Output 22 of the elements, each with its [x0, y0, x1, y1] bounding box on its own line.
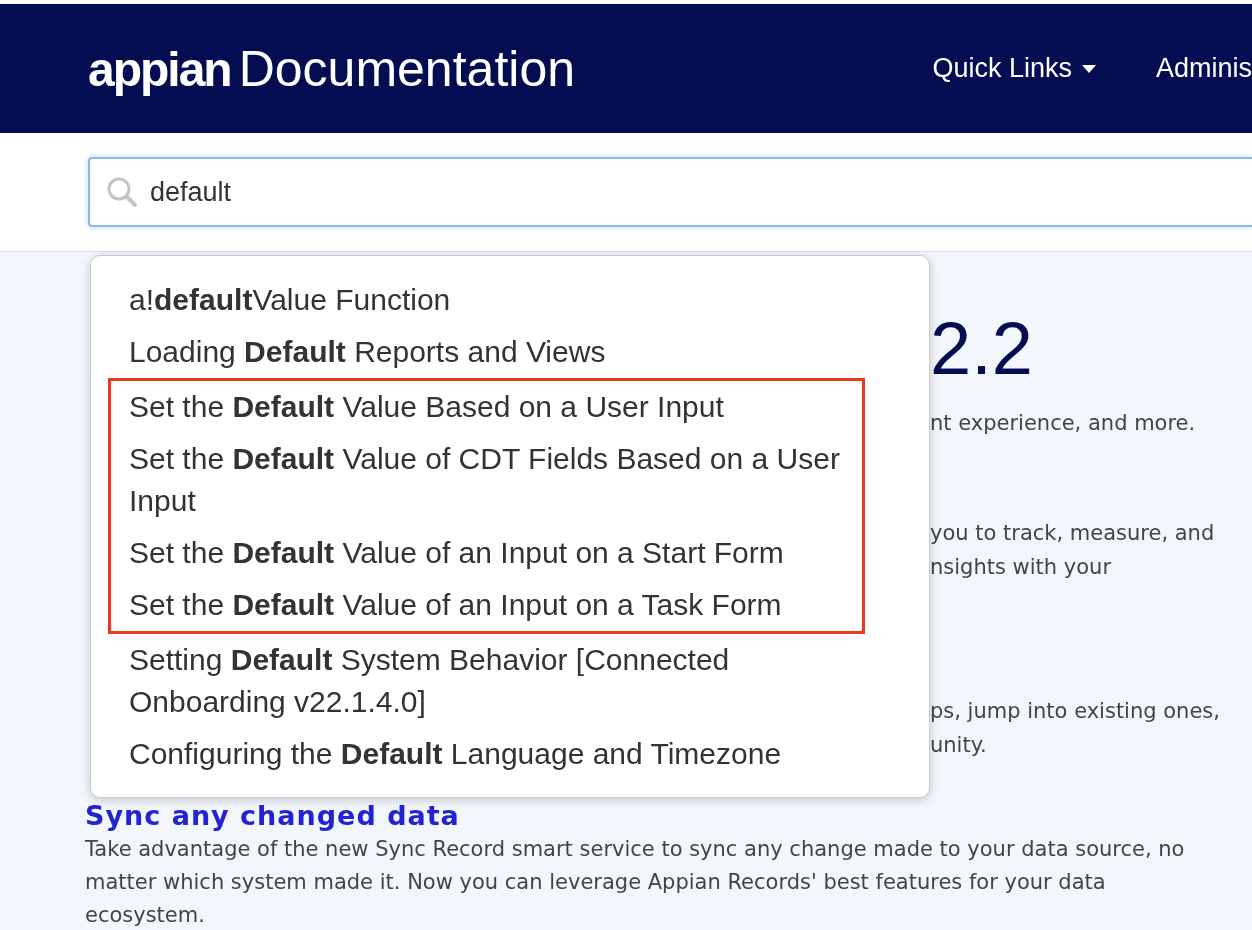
body-text: nt experience, and more. [930, 410, 1197, 437]
suggestion-item[interactable]: Set the Default Value of an Input on a Task Form [108, 579, 865, 634]
body-text: ps, jump into existing ones, [930, 698, 1221, 725]
suggestion-item[interactable]: a!defaultValue Function [108, 274, 865, 326]
suggestion-item[interactable]: Set the Default Value of an Input on a Start Form [108, 527, 865, 579]
nav-link[interactable]: Quick Links [932, 53, 1096, 84]
suggestion-item[interactable]: Setting Default System Behavior [Connected Onboarding v22.1.4.0] [108, 634, 865, 728]
site-title[interactable]: Documentation [238, 39, 575, 98]
suggestion-item[interactable]: Set the Default Value of CDT Fields Based on a User Input [108, 433, 865, 527]
body-text: nsights with your [930, 554, 1113, 581]
body-text: unity. [930, 732, 988, 759]
suggestion-item[interactable]: Configuring the Default Language and Timezone [108, 728, 865, 780]
nav-link[interactable]: Adminis [1155, 53, 1252, 84]
suggestion-item[interactable]: Set the Default Value Based on a User Input [108, 378, 865, 433]
suggestion-item[interactable]: Loading Default Reports and Views [108, 326, 865, 378]
section-link[interactable]: Sync any changed data [85, 800, 1252, 831]
search-icon [106, 176, 138, 208]
body-text: you to track, measure, and [930, 520, 1216, 547]
logo-wordmark[interactable]: appian [88, 41, 231, 97]
section-text: Take advantage of the new Sync Record smart service to sync any change made to your data source, no matter which system made it. Now you can leverage Appian Records' best features for your data ecosystem. [85, 836, 1186, 929]
page-heading: 2.2 [930, 312, 1034, 386]
search-field[interactable]: default [88, 157, 1252, 227]
